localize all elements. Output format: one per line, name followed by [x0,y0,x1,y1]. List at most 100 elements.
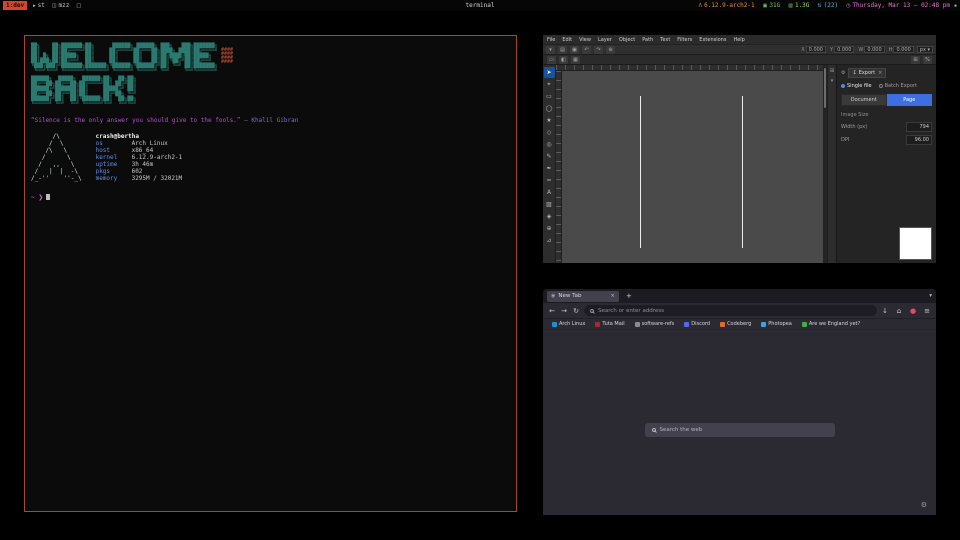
snap-node-icon[interactable]: ◧ [559,56,568,64]
menu-item[interactable]: Object [619,37,635,43]
tab-new-tab[interactable]: ◉ New Tab × [547,291,619,302]
module-icon: ▣ [763,3,768,9]
workspace-indicator[interactable]: 1:dev [3,1,27,10]
browser-window: ◉ New Tab × + ▾ ← → ↻ Search or enter addr… [543,289,936,515]
redo-icon[interactable]: ↷ [594,46,603,54]
snap-toggle-icon[interactable]: ⊞ [911,56,920,64]
kernel-module: Λ 6.12.9-arch2-1 [699,2,755,9]
undo-icon[interactable]: ↶ [582,46,591,54]
close-icon[interactable]: × [878,70,882,76]
zoom-icon[interactable]: ⊕ [606,46,615,54]
spiral-tool[interactable]: ◎ [544,139,555,150]
terminal-window[interactable]: ██╗ ██╗███████╗██╗ ██████╗ ██████╗ ███╗ … [24,35,517,512]
dialog-settings-icon[interactable]: ⚙ [841,70,845,76]
bookmark-item[interactable]: Are we England yet? [802,321,860,327]
pencil-tool[interactable]: ✎ [544,151,555,162]
menu-item[interactable]: Text [660,37,670,43]
tab-close-icon[interactable]: × [610,293,615,299]
ellipse-tool[interactable]: ◯ [544,103,555,114]
size-value-field[interactable]: 794 [906,122,932,132]
new-tab-button[interactable]: + [623,292,635,300]
menu-item[interactable]: Layer [598,37,612,43]
module-icon: ◷ [846,3,850,9]
recording-indicator-icon[interactable]: ● [909,307,917,315]
scrollbar-thumb[interactable] [824,68,826,108]
selector-options-dropdown[interactable]: ▾ [546,46,555,54]
menu-icon[interactable]: ≡ [923,307,931,315]
window-indicator[interactable]: □ [76,2,83,9]
menu-item[interactable]: Filters [677,37,692,43]
bookmark-item[interactable]: software-refs [635,321,675,327]
unit-dropdown[interactable]: px ▾ [917,46,933,53]
bookmark-item[interactable]: Discord [684,321,710,327]
snap-options-icon[interactable]: ▾ [831,78,834,84]
navigation-toolbar: ← → ↻ Search or enter address ↓ ⌂ ● ≡ [543,303,936,319]
document-icon[interactable]: ▤ [558,46,567,54]
menu-item[interactable]: Help [733,37,744,43]
window-indicator[interactable]: ◫ mzz [52,2,70,9]
disk-module: ▣ 31G [763,2,781,9]
export-area-button[interactable]: Document [841,94,887,106]
shell-prompt[interactable]: ~ ❯ [31,194,510,201]
export-mode-toggle[interactable]: Single file [841,83,872,89]
size-value-field[interactable]: 96.00 [906,135,932,145]
menu-item[interactable]: File [547,37,555,43]
bookmark-item[interactable]: Photopea [761,321,792,327]
snap-percent-icon[interactable]: % [923,56,932,64]
coordinate-field[interactable]: Y 0.000 [830,46,854,53]
pen-tool[interactable]: ✒ [544,163,555,174]
menu-item[interactable]: View [579,37,591,43]
zoom-tool[interactable]: ⊕ [544,223,555,234]
coordinate-field[interactable]: X 0.000 [801,46,826,53]
snap-grid-icon[interactable]: ▦ [571,56,580,64]
measure-tool[interactable]: ⊿ [544,235,555,246]
canvas[interactable] [562,71,823,263]
bookmark-favicon [802,322,807,327]
ascii-banner-welcome: ██╗ ██╗███████╗██╗ ██████╗ ██████╗ ███╗ … [31,44,510,74]
dropper-tool[interactable]: ◈ [544,211,555,222]
box3d-tool[interactable]: ◇ [544,127,555,138]
gradient-tool[interactable]: ▨ [544,199,555,210]
duplicate-icon[interactable]: ▣ [570,46,579,54]
text-tool[interactable]: A [544,187,555,198]
window-indicator[interactable]: ▸ st [33,2,45,9]
tab-list-chevron-icon[interactable]: ▾ [929,293,932,299]
fetch-output: /\ / \ /\ \ / \ / ,, \ / | | -\ /_-'' ''… [31,133,510,182]
canvas-area [556,65,823,263]
menu-item[interactable]: Edit [562,37,572,43]
snap-icon[interactable]: ⊞ [830,68,834,74]
reload-icon[interactable]: ↻ [572,307,580,315]
home-icon[interactable]: ⌂ [895,307,903,315]
snap-bbox-icon[interactable]: ▭ [547,56,556,64]
star-tool[interactable]: ★ [544,115,555,126]
canvas-vertical-scrollbar[interactable] [823,65,827,263]
rectangle-tool[interactable]: ▭ [544,91,555,102]
tray-icon[interactable]: ▪ [954,3,957,9]
forward-icon[interactable]: → [560,307,568,315]
inkscape-main: ➤⌖▭◯★◇◎✎✒≈A▨◈⊕⊿ ⊞ ▾ ⚙ ↧ Export [543,65,936,263]
web-search-input[interactable]: Search the web [645,423,835,437]
bookmark-item[interactable]: Codeberg [720,321,751,327]
settings-gear-icon[interactable]: ⚙ [921,501,927,509]
back-icon[interactable]: ← [548,307,556,315]
export-mode-toggle[interactable]: Batch Export [879,83,917,89]
export-area-button[interactable]: Page [887,94,933,106]
calligraphy-tool[interactable]: ≈ [544,175,555,186]
export-dock-tab[interactable]: ↧ Export × [848,68,886,78]
window-icon: ▸ [33,3,36,9]
search-icon [590,309,594,313]
status-modules: Λ 6.12.9-arch2-1 ▣ 31G ▥ 1.3G ⇅ (22) ◷ T… [699,2,950,9]
url-bar[interactable]: Search or enter address [584,305,877,316]
menu-item[interactable]: Extensions [699,37,726,43]
downloads-icon[interactable]: ↓ [881,307,889,315]
toolbox: ➤⌖▭◯★◇◎✎✒≈A▨◈⊕⊿ [543,65,556,263]
node-tool[interactable]: ⌖ [544,79,555,90]
export-tab-label: Export [859,70,875,76]
selector-tool[interactable]: ➤ [544,67,555,78]
menu-item[interactable]: Path [642,37,653,43]
coordinate-field[interactable]: W 0.000 [858,46,884,53]
bookmarks-bar: Arch Linux Tuta Mail software-refs Disco… [543,319,936,330]
bookmark-item[interactable]: Arch Linux [552,321,585,327]
coordinate-field[interactable]: H 0.000 [889,46,914,53]
bookmark-item[interactable]: Tuta Mail [595,321,624,327]
